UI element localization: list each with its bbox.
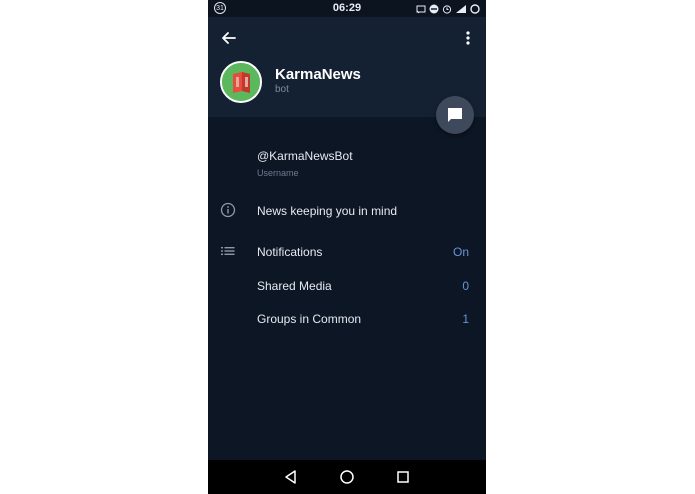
groups-in-common-label: Groups in Common xyxy=(257,312,362,326)
username-label: Username xyxy=(257,168,299,178)
avatar[interactable] xyxy=(220,61,262,103)
do-not-disturb-icon xyxy=(429,4,439,13)
page-title: KarmaNews xyxy=(275,66,361,83)
about-row[interactable]: News keeping you in mind xyxy=(208,201,486,221)
signal-icon xyxy=(456,4,466,13)
groups-in-common-row[interactable]: Groups in Common 1 xyxy=(208,309,486,329)
username-row[interactable]: @KarmaNewsBot Username xyxy=(208,149,486,183)
back-button[interactable] xyxy=(218,27,240,49)
groups-in-common-count: 1 xyxy=(462,312,469,326)
nav-recents-button[interactable] xyxy=(394,468,412,486)
status-icons xyxy=(416,2,480,15)
navigation-bar xyxy=(208,460,486,494)
arrow-left-icon xyxy=(222,32,236,44)
shared-media-count: 0 xyxy=(462,279,469,293)
username-value: @KarmaNewsBot xyxy=(257,149,353,163)
more-vert-icon xyxy=(466,31,470,45)
more-options-button[interactable] xyxy=(460,27,476,49)
shared-media-label: Shared Media xyxy=(257,279,332,293)
send-message-button[interactable] xyxy=(436,96,474,134)
notifications-value: On xyxy=(452,245,469,259)
notifications-row[interactable]: Notifications On xyxy=(208,242,486,262)
nav-back-button[interactable] xyxy=(282,468,300,486)
shared-media-row[interactable]: Shared Media 0 xyxy=(208,276,486,296)
profile-content: @KarmaNewsBot Username News keeping you … xyxy=(208,117,486,460)
phone-screen: 31 06:29 KarmaNews bot @KarmaNewsBot Use… xyxy=(208,0,486,494)
status-bar: 31 06:29 xyxy=(208,0,486,17)
page-subtitle: bot xyxy=(275,84,289,95)
notifications-label: Notifications xyxy=(257,245,323,259)
chat-bubble-icon xyxy=(448,108,462,122)
alarm-icon xyxy=(442,4,452,14)
list-icon xyxy=(221,247,235,255)
battery-charging-icon xyxy=(470,3,480,14)
nav-home-button[interactable] xyxy=(338,468,356,486)
info-icon xyxy=(220,202,236,218)
cast-icon xyxy=(416,5,426,13)
about-text: News keeping you in mind xyxy=(257,204,398,218)
karma-logo-icon xyxy=(222,63,260,101)
